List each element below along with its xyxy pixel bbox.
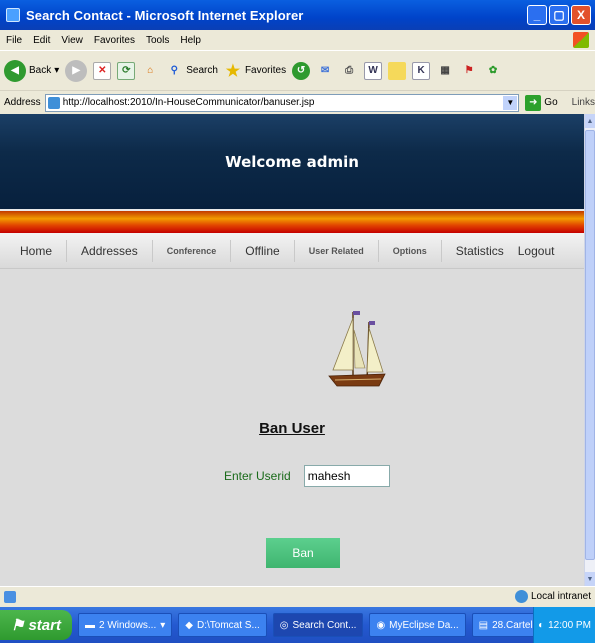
taskbar-item[interactable]: ◎ Search Cont... [272,613,364,637]
menu-edit[interactable]: Edit [33,35,50,46]
vertical-scrollbar[interactable]: ▲ ▼ [584,114,595,586]
main-nav: Home Addresses Conference Offline User R… [0,233,584,269]
links-button[interactable]: Links [572,97,595,108]
close-button[interactable]: X [571,5,591,25]
intranet-icon [514,590,528,603]
go-label: Go [544,97,558,108]
history-icon[interactable]: ↺ [292,61,311,80]
zone-label: Local intranet [530,591,591,602]
menu-help[interactable]: Help [180,35,201,46]
print-icon[interactable]: ⎙ [340,62,358,80]
page-icon [47,96,60,109]
userid-label: Enter Userid [224,469,291,483]
favorites-button[interactable]: ★ Favorites [224,62,286,80]
maximize-button[interactable]: ▢ [549,5,569,25]
nav-conference[interactable]: Conference [153,233,231,269]
security-zone: Local intranet [514,590,591,603]
taskbar-item-label: MyEclipse Da... [389,619,459,631]
messenger-icon[interactable]: ▦ [436,62,454,80]
nav-statistics[interactable]: Statistics [442,233,518,269]
windows-taskbar: ⚑ start ▬ 2 Windows... ▾ ◆ D:\Tomcat S..… [0,607,595,643]
taskbar-item-label: D:\Tomcat S... [196,619,260,631]
taskbar-item[interactable]: ◉ MyEclipse Da... [369,613,466,637]
search-label: Search [186,65,218,76]
go-arrow-icon: ➜ [525,94,542,111]
nav-options[interactable]: Options [379,233,441,269]
tray-icon[interactable]: ◐ [538,620,544,631]
address-label: Address [4,97,41,108]
favorites-label: Favorites [244,65,287,76]
research-icon[interactable]: K [412,61,431,80]
folder-icon: ▬ [85,619,95,631]
menu-tools[interactable]: Tools [146,35,169,46]
menu-file[interactable]: File [6,35,22,46]
back-label: Back [29,65,52,76]
welcome-text: Welcome admin [225,152,359,171]
windows-flag-icon: ⚑ [11,617,25,634]
stop-icon[interactable]: ✕ [93,61,112,80]
back-button[interactable]: ◀ Back ▾ [4,59,60,82]
document-icon: ▤ [478,619,489,631]
address-bar: Address http://localhost:2010/In-HouseCo… [0,90,595,114]
address-url: http://localhost:2010/In-HouseCommunicat… [62,97,315,108]
home-icon[interactable]: ⌂ [141,62,159,80]
scroll-thumb[interactable] [585,130,595,560]
userid-form-row: Enter Userid [224,465,390,487]
menu-bar: File Edit View Favorites Tools Help [0,30,595,50]
myeclipse-icon: ◉ [376,619,386,631]
nav-offline[interactable]: Offline [231,233,293,269]
acrobat-icon[interactable]: ⚑ [460,62,478,80]
msn-icon[interactable]: ✿ [484,62,502,80]
mail-icon[interactable]: ✉ [316,62,334,80]
scroll-up-icon[interactable]: ▲ [585,114,595,128]
back-arrow-icon: ◀ [4,59,26,82]
page-status-icon [4,591,16,603]
clock: 12:00 PM [548,619,591,631]
taskbar-item[interactable]: ◆ D:\Tomcat S... [178,613,267,637]
window-titlebar: Search Contact - Microsoft Internet Expl… [0,0,595,30]
taskbar-item-label: Search Cont... [292,619,357,631]
system-tray: ◐ 12:00 PM [533,607,595,643]
ship-illustration [328,311,386,387]
chevron-down-icon: ▾ [54,65,60,76]
start-label: start [28,616,61,634]
chevron-down-icon: ▾ [160,619,166,631]
nav-home[interactable]: Home [6,233,66,269]
star-icon: ★ [225,62,241,80]
nav-user-related[interactable]: User Related [295,233,378,269]
header-stripe [0,209,584,233]
userid-input[interactable] [303,465,390,487]
edit-icon[interactable]: W [364,61,383,80]
browser-toolbar: ◀ Back ▾ ▶ ✕ ⟳ ⌂ ⚲ Search ★ Favorites ↺ … [0,50,595,90]
chevron-down-icon[interactable]: ▼ [503,95,518,110]
tomcat-icon: ◆ [185,619,193,631]
menu-view[interactable]: View [61,35,83,46]
window-title: Search Contact - Microsoft Internet Expl… [26,7,304,23]
go-button[interactable]: ➜ Go [525,94,558,111]
start-button[interactable]: ⚑ start [0,610,72,640]
ban-button[interactable]: Ban [266,538,340,568]
taskbar-item[interactable]: ▬ 2 Windows... ▾ [78,613,173,637]
ie-icon [6,8,20,22]
search-icon: ⚲ [170,65,178,76]
status-bar: Local intranet [0,586,595,607]
address-input[interactable]: http://localhost:2010/In-HouseCommunicat… [44,93,520,112]
refresh-icon[interactable]: ⟳ [117,61,136,80]
page-content: Welcome admin Home Addresses Conference … [0,114,584,586]
nav-addresses[interactable]: Addresses [67,233,152,269]
windows-logo-icon [573,32,589,48]
menu-favorites[interactable]: Favorites [94,35,135,46]
discuss-icon[interactable] [388,61,407,80]
page-header: Welcome admin [0,114,584,209]
nav-logout[interactable]: Logout [518,233,569,269]
page-title: Ban User [259,420,325,437]
ie-icon: ◎ [279,619,289,631]
forward-button[interactable]: ▶ [65,59,88,82]
search-button[interactable]: ⚲ Search [165,62,218,80]
taskbar-item-label: 2 Windows... [99,619,157,631]
minimize-button[interactable]: _ [527,5,547,25]
scroll-down-icon[interactable]: ▼ [585,572,595,586]
window-controls: _ ▢ X [527,5,591,25]
